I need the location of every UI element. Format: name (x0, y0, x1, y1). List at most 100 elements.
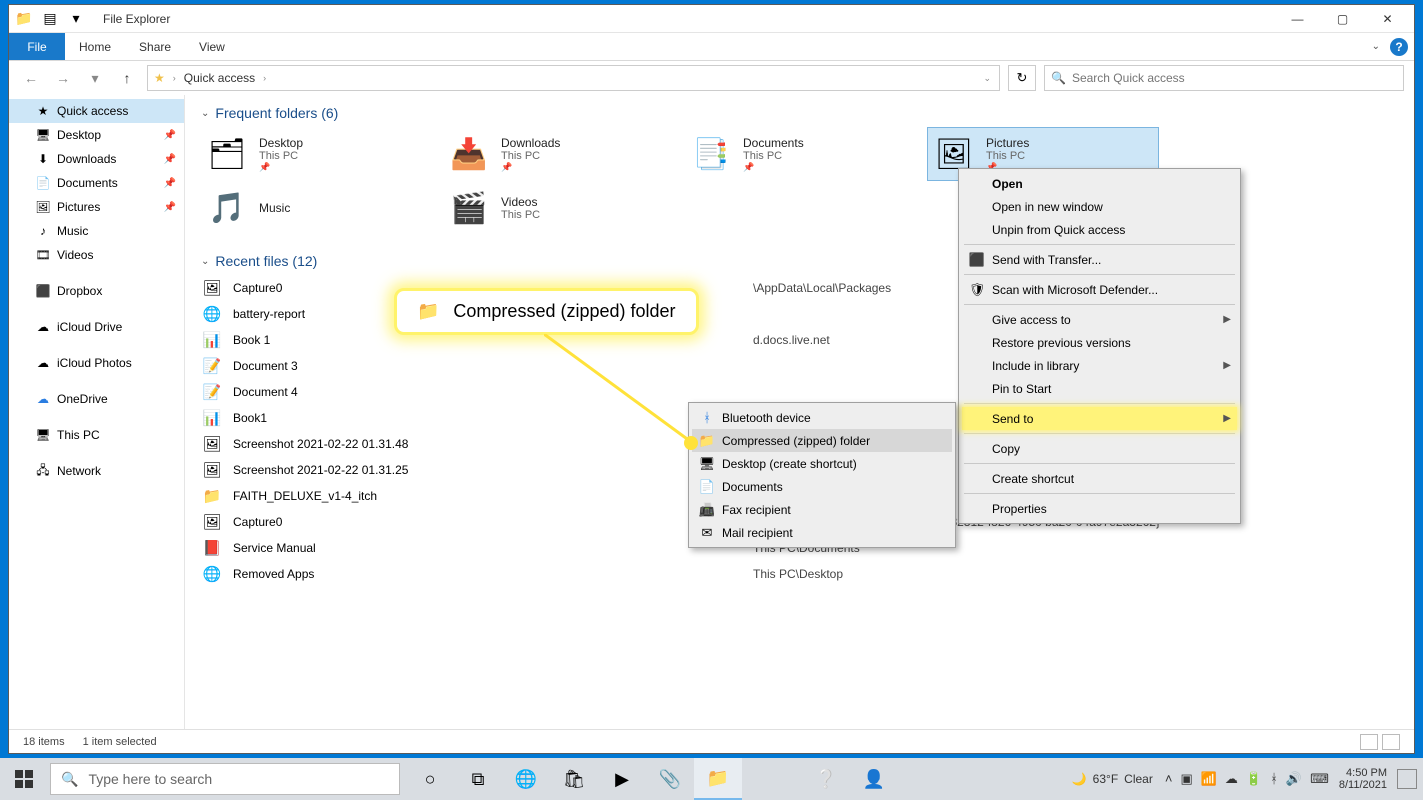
sidebar-item-onedrive[interactable]: ☁ OneDrive (9, 387, 184, 411)
context-item[interactable]: Unpin from Quick access (962, 218, 1237, 241)
taskbar-search[interactable]: 🔍 Type here to search (50, 763, 400, 795)
chevron-right-icon[interactable]: › (263, 73, 266, 83)
help-app-icon[interactable]: ❔ (802, 758, 850, 800)
qat-dropdown-icon[interactable]: ▾ (65, 8, 87, 30)
back-button[interactable]: ← (19, 66, 43, 90)
folder-tile-desktop[interactable]: 🗂 Desktop This PC 📌 (201, 127, 433, 181)
context-item[interactable]: Give access to▶ (962, 308, 1237, 331)
pin-icon: 📌 (164, 178, 176, 189)
context-item[interactable]: Include in library▶ (962, 354, 1237, 377)
chevron-down-icon: ⌄ (201, 108, 209, 119)
sidebar-item-videos[interactable]: 🎞 Videos (9, 243, 184, 267)
lang-icon[interactable]: ⌨ (1310, 771, 1329, 787)
folder-tile-music[interactable]: 🎵 Music (201, 181, 433, 235)
folder-tile-videos[interactable]: 🎬 Videos This PC (443, 181, 675, 235)
context-item[interactable]: Send to▶ (962, 407, 1237, 430)
sidebar-item-pictures[interactable]: 🖼 Pictures 📌 (9, 195, 184, 219)
file-tab[interactable]: File (9, 33, 65, 60)
refresh-button[interactable]: ↻ (1008, 65, 1036, 91)
context-item[interactable]: Pin to Start (962, 377, 1237, 400)
bluetooth-icon[interactable]: ᚼ (1270, 771, 1278, 787)
explorer-icon[interactable]: 📁 (694, 758, 742, 800)
tray-overflow-icon[interactable]: ˄ (1165, 771, 1173, 787)
frequent-header-label: Frequent folders (6) (215, 105, 338, 121)
sidebar-item-downloads[interactable]: ⬇ Downloads 📌 (9, 147, 184, 171)
recent-row[interactable]: 🌐Removed AppsThis PC\Desktop (201, 561, 1398, 587)
context-item[interactable]: Copy (962, 437, 1237, 460)
context-item[interactable]: Open (962, 172, 1237, 195)
cortana-icon[interactable]: ○ (406, 758, 454, 800)
ribbon-expand-icon[interactable]: ⌄ (1372, 41, 1380, 52)
taskview-icon[interactable]: ⧉ (454, 758, 502, 800)
sidebar-item-iclouddrive[interactable]: ☁ iCloud Drive (9, 315, 184, 339)
recent-dropdown-icon[interactable]: ▾ (83, 66, 107, 90)
sendto-item[interactable]: 📄Documents (692, 475, 952, 498)
store-icon[interactable]: 🛍 (550, 758, 598, 800)
sidebar-item-network[interactable]: 🖧 Network (9, 459, 184, 483)
sendto-item[interactable]: 📠Fax recipient (692, 498, 952, 521)
tab-home[interactable]: Home (65, 33, 125, 60)
context-item[interactable]: Restore previous versions (962, 331, 1237, 354)
sidebar-item-dropbox[interactable]: ⬛ Dropbox (9, 279, 184, 303)
folder-name: Documents (743, 136, 804, 150)
folder-sub: This PC (743, 150, 804, 162)
frequent-header[interactable]: ⌄ Frequent folders (6) (201, 105, 1398, 121)
sendto-item[interactable]: ✉Mail recipient (692, 521, 952, 544)
sendto-item[interactable]: 📁Compressed (zipped) folder (692, 429, 952, 452)
search-box[interactable]: 🔍 (1044, 65, 1404, 91)
sidebar-item-desktop[interactable]: 🖥 Desktop 📌 (9, 123, 184, 147)
tray-app-icon[interactable]: ▣ (1180, 771, 1192, 787)
taskbar-weather[interactable]: 🌙 63°F Clear (1072, 772, 1153, 786)
cloud-icon: ☁ (35, 356, 51, 370)
window-controls: — ▢ ✕ (1275, 5, 1410, 33)
sendto-item[interactable]: 🖥Desktop (create shortcut) (692, 452, 952, 475)
view-large-button[interactable] (1382, 734, 1400, 750)
battery-icon[interactable]: 🔋 (1246, 771, 1262, 787)
up-button[interactable]: ↑ (115, 66, 139, 90)
chevron-right-icon[interactable]: › (173, 73, 176, 83)
tab-view[interactable]: View (185, 33, 239, 60)
people-icon[interactable]: 👤 (850, 758, 898, 800)
props-icon[interactable]: ▤ (39, 8, 61, 30)
close-button[interactable]: ✕ (1365, 5, 1410, 33)
folder-tile-downloads[interactable]: 📥 Downloads This PC 📌 (443, 127, 675, 181)
notifications-button[interactable] (1397, 769, 1417, 789)
wifi-icon[interactable]: 📶 (1201, 771, 1217, 787)
context-item[interactable]: Properties (962, 497, 1237, 520)
context-item[interactable]: Open in new window (962, 195, 1237, 218)
pin-icon: 📌 (743, 162, 804, 173)
office-icon[interactable]: 📎 (646, 758, 694, 800)
sidebar-item-label: This PC (57, 428, 100, 442)
sidebar-item-quickaccess[interactable]: ★ Quick access (9, 99, 184, 123)
maximize-button[interactable]: ▢ (1320, 5, 1365, 33)
context-label: Open (992, 177, 1023, 191)
view-details-button[interactable] (1360, 734, 1378, 750)
onedrive-tray-icon[interactable]: ☁ (1225, 771, 1238, 787)
sidebar-item-music[interactable]: ♪ Music (9, 219, 184, 243)
folder-tile-documents[interactable]: 📑 Documents This PC 📌 (685, 127, 917, 181)
sendto-item[interactable]: ᚼBluetooth device (692, 406, 952, 429)
address-box[interactable]: ★ › Quick access › ⌄ (147, 65, 1000, 91)
sidebar-item-icloudphotos[interactable]: ☁ iCloud Photos (9, 351, 184, 375)
folder-sub: This PC (986, 150, 1029, 162)
context-item[interactable]: Create shortcut (962, 467, 1237, 490)
sidebar-item-documents[interactable]: 📄 Documents 📌 (9, 171, 184, 195)
context-label: Scan with Microsoft Defender... (992, 283, 1158, 297)
breadcrumb-quickaccess[interactable]: Quick access (184, 71, 255, 85)
sidebar-item-thispc[interactable]: 🖥 This PC (9, 423, 184, 447)
context-item[interactable]: ⬛Send with Transfer... (962, 248, 1237, 271)
file-icon: 🌐 (201, 565, 223, 583)
edge-icon[interactable]: 🌐 (502, 758, 550, 800)
addr-dropdown-icon[interactable]: ⌄ (983, 73, 991, 84)
taskbar-clock[interactable]: 4:50 PM 8/11/2021 (1333, 767, 1393, 791)
tab-share[interactable]: Share (125, 33, 185, 60)
quickaccess-icon: ★ (154, 71, 165, 85)
volume-icon[interactable]: 🔊 (1286, 771, 1302, 787)
app-icon[interactable]: ▶ (598, 758, 646, 800)
sidebar-item-label: Music (57, 224, 88, 238)
search-input[interactable] (1072, 71, 1397, 85)
minimize-button[interactable]: — (1275, 5, 1320, 33)
context-item[interactable]: 🛡Scan with Microsoft Defender... (962, 278, 1237, 301)
start-button[interactable] (0, 758, 48, 800)
help-icon[interactable]: ? (1390, 38, 1408, 56)
